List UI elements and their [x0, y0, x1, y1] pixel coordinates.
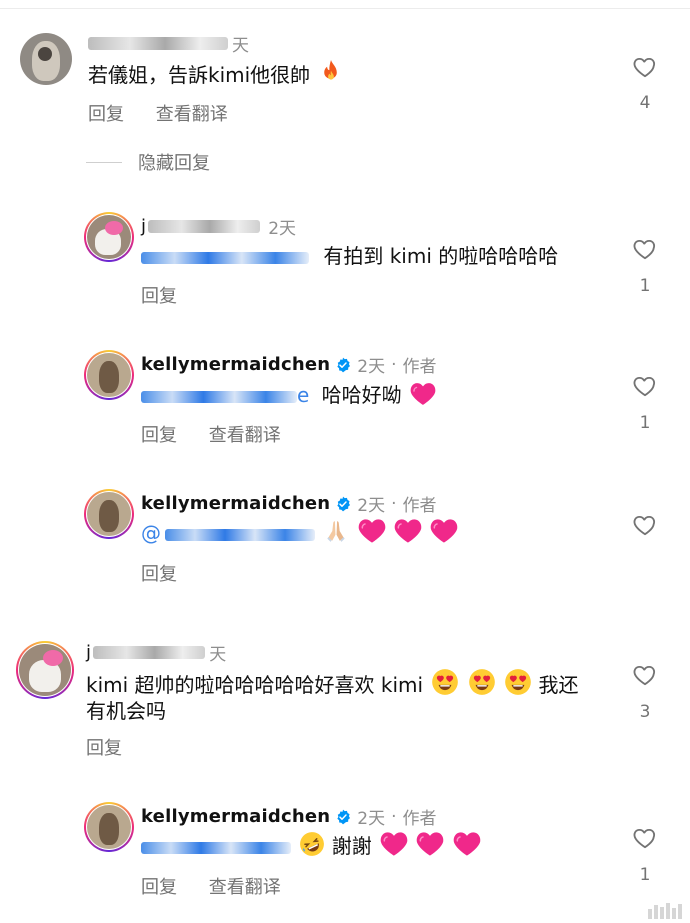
hide-replies-button[interactable]: 隐藏回复	[86, 149, 210, 175]
author-label: 作者	[402, 809, 437, 829]
like-count: 3	[639, 702, 651, 722]
pink-heart-emoji	[410, 382, 436, 406]
fire-emoji	[319, 59, 343, 86]
reply-button[interactable]: 回复	[86, 738, 122, 759]
like-count: 1	[639, 276, 651, 296]
comment-actions: 回复	[141, 282, 203, 308]
redacted-mention[interactable]	[141, 841, 291, 854]
comment-text-line-2: 有机会吗	[86, 699, 166, 723]
comment-actions: 回复 查看翻译	[141, 421, 307, 447]
comment-text: 謝謝	[141, 831, 481, 861]
comment-time: 2天	[357, 357, 386, 377]
story-ring[interactable]	[84, 802, 134, 852]
comment-meta: j 2天	[141, 216, 297, 239]
rofl-emoji	[299, 831, 325, 857]
avatar	[87, 805, 131, 849]
heart-outline-icon[interactable]	[631, 825, 659, 851]
comment-meta: kellymermaidchen 2天 · 作者	[141, 354, 437, 377]
reply-button[interactable]: 回复	[141, 286, 177, 307]
heart-outline-icon[interactable]	[631, 662, 659, 688]
redacted-username	[93, 646, 206, 659]
reply-button[interactable]: 回复	[141, 877, 177, 898]
author-label: 作者	[402, 357, 437, 377]
heart-eyes-emoji	[431, 668, 459, 696]
comment-time: 天	[209, 645, 227, 665]
story-ring[interactable]	[84, 212, 134, 262]
comment-actions: 回复	[86, 734, 148, 760]
reply-button[interactable]: 回复	[141, 425, 177, 446]
heart-outline-icon[interactable]	[631, 373, 659, 399]
pink-heart-emoji	[416, 831, 444, 857]
see-translation-button[interactable]: 查看翻译	[209, 877, 281, 898]
avatar	[87, 353, 131, 397]
avatar[interactable]	[20, 33, 72, 85]
comment-text: 若儀姐，告訴kimi他很帥	[88, 59, 343, 90]
pink-heart-emoji	[430, 518, 458, 544]
story-ring[interactable]	[16, 641, 74, 699]
pink-heart-emoji	[394, 518, 422, 544]
redacted-username	[88, 37, 228, 50]
avatar	[87, 492, 131, 536]
comment-meta: j 天	[86, 642, 227, 665]
redacted-mention[interactable]	[141, 251, 309, 264]
username[interactable]: kellymermaidchen	[141, 493, 330, 514]
redacted-mention[interactable]	[165, 528, 315, 541]
avatar	[19, 644, 71, 696]
verified-badge-icon	[335, 357, 351, 373]
see-translation-button[interactable]: 查看翻译	[156, 104, 228, 125]
verified-badge-icon	[335, 496, 351, 512]
reply-button[interactable]: 回复	[88, 104, 124, 125]
comment-actions: 回复 查看翻译	[141, 873, 307, 899]
verified-badge-icon	[335, 809, 351, 825]
comment-text: e 哈哈好呦	[141, 380, 436, 410]
comment-time: 2天	[357, 809, 386, 829]
story-ring[interactable]	[84, 350, 134, 400]
comment-actions: 回复	[141, 560, 203, 586]
heart-eyes-emoji	[468, 668, 496, 696]
redacted-mention[interactable]	[141, 390, 297, 403]
comment-actions: 回复 查看翻译	[88, 100, 254, 126]
see-translation-button[interactable]: 查看翻译	[209, 425, 281, 446]
comment-meta: 天	[88, 31, 249, 56]
like-count: 1	[639, 413, 651, 433]
pray-emoji	[323, 518, 349, 544]
divider-line	[86, 161, 122, 163]
heart-outline-icon[interactable]	[631, 54, 659, 80]
pink-heart-emoji	[453, 831, 481, 857]
top-divider	[0, 0, 690, 9]
comment-text: @	[141, 518, 458, 548]
pink-heart-emoji	[358, 518, 386, 544]
redacted-username	[148, 220, 261, 233]
comment-meta: kellymermaidchen 2天 · 作者	[141, 806, 437, 829]
comment-time: 2天	[357, 496, 386, 516]
comment-time: 天	[232, 36, 249, 56]
comment-time: 2天	[268, 219, 297, 239]
like-count: 4	[639, 93, 651, 113]
username[interactable]: kellymermaidchen	[141, 806, 330, 827]
story-ring[interactable]	[84, 489, 134, 539]
pink-heart-emoji	[380, 831, 408, 857]
author-label: 作者	[402, 496, 437, 516]
username[interactable]: kellymermaidchen	[141, 354, 330, 375]
avatar	[87, 215, 131, 259]
reply-button[interactable]: 回复	[141, 564, 177, 585]
heart-outline-icon[interactable]	[631, 236, 659, 262]
heart-eyes-emoji	[504, 668, 532, 696]
comment-text: 有拍到 kimi 的啦哈哈哈哈	[141, 241, 558, 271]
watermark-logo	[648, 903, 682, 919]
heart-outline-icon[interactable]	[631, 512, 659, 538]
comment-meta: kellymermaidchen 2天 · 作者	[141, 493, 437, 516]
like-count: 1	[639, 865, 651, 885]
